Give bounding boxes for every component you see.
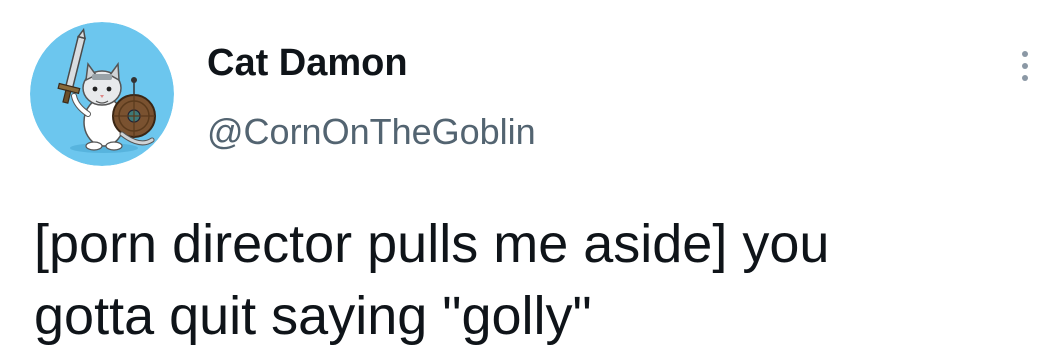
author-display-name[interactable]: Cat Damon [207,40,408,86]
author-avatar[interactable] [30,22,174,166]
more-vertical-icon [1022,51,1028,57]
tweet-text: [porn director pulls me aside] you gotta… [34,208,1034,352]
more-vertical-icon-dot [1022,63,1028,69]
tweet-text-line: [porn director pulls me aside] you [34,214,830,274]
more-vertical-icon-dot [1022,75,1028,81]
cat-warrior-avatar-icon [30,22,174,166]
author-handle[interactable]: @CornOnTheGoblin [207,110,536,154]
tweet-text-line: gotta quit saying "golly" [34,286,592,346]
more-options-button[interactable] [1008,40,1042,92]
tweet-card: Cat Damon @CornOnTheGoblin [porn directo… [0,0,1058,355]
